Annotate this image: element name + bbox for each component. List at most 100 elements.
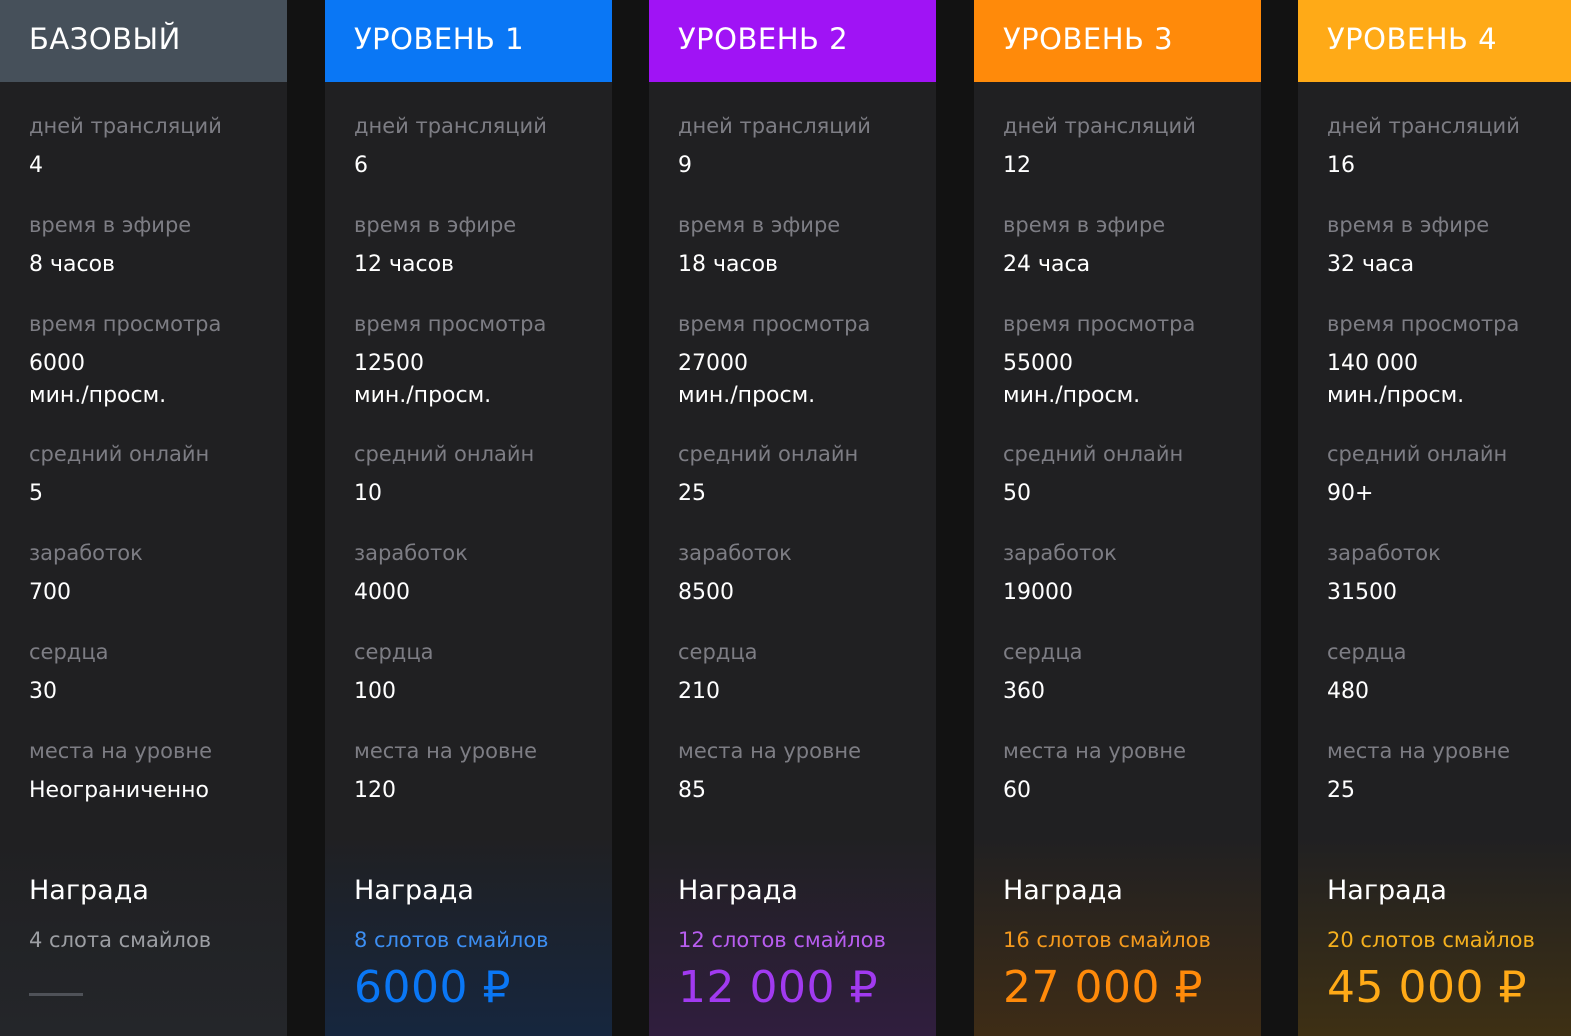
reward-slots: 16 слотов смайлов <box>1003 928 1211 952</box>
stat-earnings: заработок 8500 <box>678 537 928 636</box>
stat-label: заработок <box>1327 541 1441 565</box>
stat-earnings: заработок 19000 <box>1003 537 1253 636</box>
stat-earnings: заработок 31500 <box>1327 537 1563 636</box>
tier-card-level-2: УРОВЕНЬ 2 дней трансляций 9 время в эфир… <box>649 0 936 1036</box>
stat-watchtime: время просмотра 6000 мин./просм. <box>29 308 279 438</box>
stat-value: 480 <box>1327 679 1369 704</box>
stat-label: дней трансляций <box>354 114 547 138</box>
stat-watchtime: время просмотра 12500 мин./просм. <box>354 308 604 438</box>
reward-title: Награда <box>1327 875 1447 906</box>
tiers-board: БАЗОВЫЙ дней трансляций 4 время в эфире … <box>0 0 1571 1036</box>
tier-stats: дней трансляций 16 время в эфире 32 часа… <box>1327 110 1563 834</box>
stat-online: средний онлайн 25 <box>678 438 928 537</box>
tier-card-level-4: УРОВЕНЬ 4 дней трансляций 16 время в эфи… <box>1298 0 1571 1036</box>
tier-header-level-3: УРОВЕНЬ 3 <box>974 0 1261 82</box>
stat-label: сердца <box>29 640 109 664</box>
stat-earnings: заработок 4000 <box>354 537 604 636</box>
stat-value: 100 <box>354 679 396 704</box>
stat-hearts: сердца 360 <box>1003 636 1253 735</box>
stat-label: время просмотра <box>29 312 222 336</box>
stat-value: 24 часа <box>1003 252 1091 277</box>
stat-value: 85 <box>678 778 706 803</box>
stat-label: средний онлайн <box>354 442 535 466</box>
stat-value: Неограниченно <box>29 778 209 803</box>
stat-label: средний онлайн <box>29 442 210 466</box>
tier-stats: дней трансляций 12 время в эфире 24 часа… <box>1003 110 1253 834</box>
stat-value: 210 <box>678 679 720 704</box>
stat-label: дней трансляций <box>29 114 222 138</box>
stat-label: места на уровне <box>354 739 537 763</box>
stat-days: дней трансляций 9 <box>678 110 928 209</box>
reward-slots: 20 слотов смайлов <box>1327 928 1535 952</box>
stat-watchtime: время просмотра 27000 мин./просм. <box>678 308 928 438</box>
stat-value: 9 <box>678 153 692 178</box>
stat-label: время просмотра <box>1327 312 1520 336</box>
stat-label: средний онлайн <box>1003 442 1184 466</box>
tier-title: УРОВЕНЬ 4 <box>1327 22 1498 56</box>
reward-block: Награда 16 слотов смайлов 27 000 ₽ <box>1003 872 1261 1014</box>
stat-airtime: время в эфире 12 часов <box>354 209 604 308</box>
stat-label: заработок <box>354 541 468 565</box>
stat-label: время просмотра <box>678 312 871 336</box>
stat-label: дней трансляций <box>1003 114 1196 138</box>
stat-days: дней трансляций 4 <box>29 110 279 209</box>
stat-value: 50 <box>1003 481 1031 506</box>
tier-stats: дней трансляций 9 время в эфире 18 часов… <box>678 110 928 834</box>
tier-stats: дней трансляций 6 время в эфире 12 часов… <box>354 110 604 834</box>
stat-value: 27000 мин./просм. <box>678 351 816 408</box>
stat-watchtime: время просмотра 55000 мин./просм. <box>1003 308 1253 438</box>
stat-seats: места на уровне 25 <box>1327 735 1563 834</box>
stat-value: 30 <box>29 679 57 704</box>
stat-label: дней трансляций <box>678 114 871 138</box>
stat-label: время в эфире <box>678 213 841 237</box>
tier-card-level-3: УРОВЕНЬ 3 дней трансляций 12 время в эфи… <box>974 0 1261 1036</box>
stat-value: 18 часов <box>678 252 778 277</box>
stat-label: сердца <box>1003 640 1083 664</box>
stat-value: 10 <box>354 481 382 506</box>
stat-value: 90+ <box>1327 481 1374 506</box>
stat-online: средний онлайн 50 <box>1003 438 1253 537</box>
stat-value: 140 000 мин./просм. <box>1327 351 1465 408</box>
stat-airtime: время в эфире 24 часа <box>1003 209 1253 308</box>
stat-hearts: сердца 480 <box>1327 636 1563 735</box>
tier-card-basic: БАЗОВЫЙ дней трансляций 4 время в эфире … <box>0 0 287 1036</box>
tier-title: УРОВЕНЬ 1 <box>354 22 525 56</box>
tier-header-level-2: УРОВЕНЬ 2 <box>649 0 936 82</box>
stat-days: дней трансляций 16 <box>1327 110 1563 209</box>
stat-label: средний онлайн <box>678 442 859 466</box>
stat-label: время просмотра <box>1003 312 1196 336</box>
stat-label: заработок <box>29 541 143 565</box>
reward-price: 27 000 ₽ <box>1003 962 1203 1013</box>
stat-label: время просмотра <box>354 312 547 336</box>
reward-block: Награда 8 слотов смайлов 6000 ₽ <box>354 872 612 1014</box>
stat-label: места на уровне <box>29 739 212 763</box>
tier-stats: дней трансляций 4 время в эфире 8 часов … <box>29 110 279 834</box>
tier-header-level-4: УРОВЕНЬ 4 <box>1298 0 1571 82</box>
stat-label: средний онлайн <box>1327 442 1508 466</box>
stat-value: 8 часов <box>29 252 115 277</box>
stat-days: дней трансляций 12 <box>1003 110 1253 209</box>
tier-card-level-1: УРОВЕНЬ 1 дней трансляций 6 время в эфир… <box>325 0 612 1036</box>
stat-label: заработок <box>1003 541 1117 565</box>
stat-label: время в эфире <box>29 213 192 237</box>
reward-price: 12 000 ₽ <box>678 962 878 1013</box>
stat-value: 120 <box>354 778 396 803</box>
reward-title: Награда <box>678 875 798 906</box>
tier-header-basic: БАЗОВЫЙ <box>0 0 287 82</box>
stat-label: сердца <box>354 640 434 664</box>
reward-price: 6000 ₽ <box>354 962 511 1013</box>
stat-value: 12 часов <box>354 252 454 277</box>
stat-hearts: сердца 100 <box>354 636 604 735</box>
stat-label: время в эфире <box>1003 213 1166 237</box>
stat-online: средний онлайн 5 <box>29 438 279 537</box>
stat-label: дней трансляций <box>1327 114 1520 138</box>
stat-label: время в эфире <box>354 213 517 237</box>
stat-hearts: сердца 30 <box>29 636 279 735</box>
stat-value: 16 <box>1327 153 1355 178</box>
reward-block: Награда 12 слотов смайлов 12 000 ₽ <box>678 872 936 1014</box>
stat-value: 5 <box>29 481 43 506</box>
reward-empty-price-dash <box>29 993 83 996</box>
stat-earnings: заработок 700 <box>29 537 279 636</box>
reward-price: 45 000 ₽ <box>1327 962 1527 1013</box>
stat-days: дней трансляций 6 <box>354 110 604 209</box>
